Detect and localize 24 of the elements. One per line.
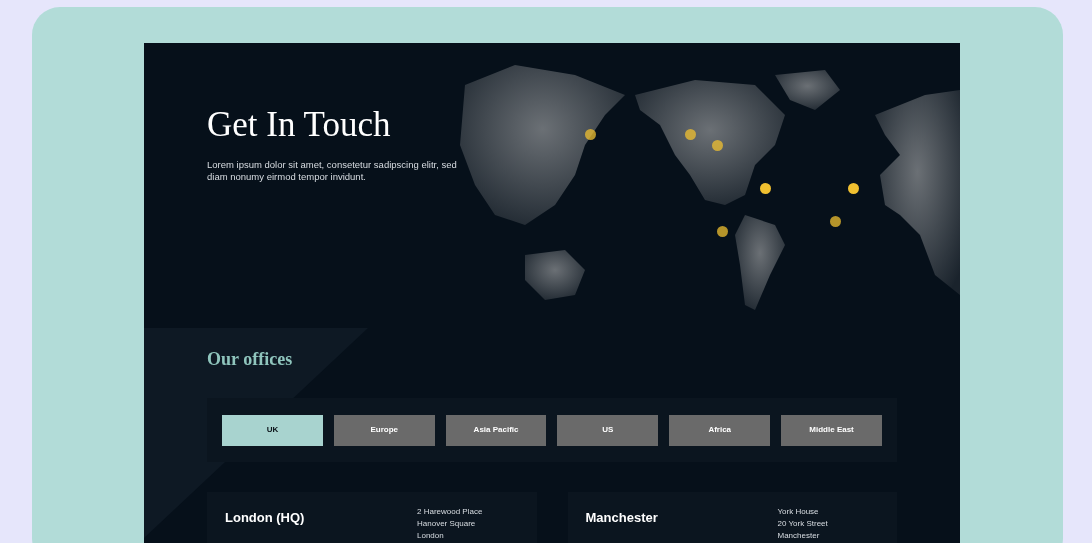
region-tab[interactable]: UK (222, 414, 323, 446)
address-line: London (417, 530, 445, 542)
region-tab[interactable]: Africa (669, 414, 771, 446)
map-pin-icon (760, 183, 771, 194)
region-tab[interactable]: Asia Pacific (445, 414, 547, 446)
map-pin-icon (585, 129, 596, 140)
address-line: 20 York Street (777, 518, 828, 530)
map-pin-icon (848, 183, 859, 194)
map-pin-icon (685, 129, 696, 140)
intro-text: Lorem ipsum dolor sit amet, consetetur sadipscing elitr, sed diam nonumy eirmod tempor invidunt. (207, 158, 458, 183)
office-name: London (HQ) (225, 509, 306, 527)
address-line: 2 Harewood Place (417, 506, 483, 518)
section-heading: Our offices (207, 348, 294, 371)
map-pin-icon (717, 226, 728, 237)
page-title: Get In Touch (207, 104, 392, 146)
region-tab[interactable]: Europe (333, 414, 435, 446)
address-line: Hanover Square (417, 518, 477, 530)
map-pin-icon (712, 140, 723, 151)
address-line: York House (777, 506, 820, 518)
office-name: Manchester (585, 509, 659, 527)
region-tab[interactable]: US (557, 414, 659, 446)
address-line: Manchester (777, 530, 821, 542)
map-pin-icon (830, 216, 841, 227)
region-tab[interactable]: Middle East (781, 414, 882, 446)
